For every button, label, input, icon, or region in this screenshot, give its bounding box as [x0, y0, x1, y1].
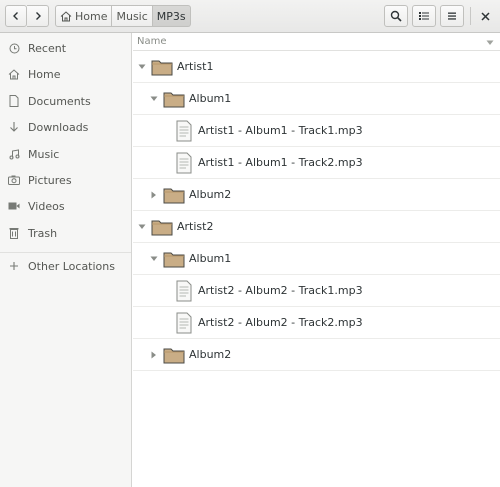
list-item-folder[interactable]: Artist1 — [133, 51, 500, 83]
expander-collapsed-icon[interactable] — [149, 350, 159, 360]
sidebar-item-documents[interactable]: Documents — [0, 90, 132, 112]
row-label: Artist2 - Album2 - Track2.mp3 — [198, 316, 363, 329]
sidebar-item-label: Pictures — [28, 173, 72, 187]
plus-icon — [8, 260, 20, 272]
sidebar-item-label: Recent — [28, 41, 67, 55]
expander-expanded-icon[interactable] — [149, 254, 159, 264]
list-item-folder[interactable]: Artist2 — [133, 211, 500, 243]
folder-icon — [163, 346, 185, 364]
search-icon — [390, 10, 402, 22]
header-separator — [470, 7, 471, 25]
home-icon — [60, 10, 72, 22]
row-label: Artist1 — [177, 60, 214, 73]
path-home-label: Home — [75, 9, 108, 23]
close-icon — [480, 11, 490, 21]
file-icon — [175, 152, 193, 174]
sidebar-item-recent[interactable]: Recent — [0, 37, 132, 59]
menu-button[interactable] — [440, 5, 464, 27]
hamburger-menu-icon — [447, 11, 457, 21]
row-label: Artist2 - Album2 - Track1.mp3 — [198, 284, 363, 297]
sidebar-item-music[interactable]: Music — [0, 143, 132, 165]
video-icon — [8, 200, 20, 212]
row-label: Artist2 — [177, 220, 214, 233]
folder-icon — [151, 218, 173, 236]
list-view-icon — [418, 11, 430, 21]
sidebar-item-label: Videos — [28, 199, 65, 213]
list-item-folder[interactable]: Album2 — [133, 339, 500, 371]
expander-collapsed-icon[interactable] — [149, 190, 159, 200]
folder-icon — [163, 250, 185, 268]
folder-icon — [163, 90, 185, 108]
sidebar-item-label: Home — [28, 67, 61, 81]
sort-descending-icon — [486, 38, 494, 49]
list-item-file[interactable]: Artist2 - Album2 - Track1.mp3 — [133, 275, 500, 307]
expander-expanded-icon[interactable] — [137, 62, 147, 72]
download-icon — [8, 121, 20, 133]
camera-icon — [8, 174, 20, 186]
list-item-folder[interactable]: Album2 — [133, 179, 500, 211]
back-button[interactable] — [5, 5, 27, 27]
sidebar-item-videos[interactable]: Videos — [0, 195, 132, 217]
sidebar-item-label: Other Locations — [28, 259, 115, 273]
path-bar: Home Music MP3s — [55, 5, 191, 27]
path-music-label: Music — [116, 9, 148, 23]
sidebar-item-label: Music — [28, 147, 60, 161]
forward-button[interactable] — [27, 5, 49, 27]
search-button[interactable] — [384, 5, 408, 27]
sidebar-item-downloads[interactable]: Downloads — [0, 116, 132, 138]
clock-icon — [8, 42, 20, 54]
sidebar-item-label: Downloads — [28, 120, 89, 134]
file-icon — [175, 312, 193, 334]
sidebar-item-other-locations[interactable]: Other Locations — [0, 255, 132, 277]
list-item-folder[interactable]: Album1 — [133, 243, 500, 275]
view-toggle-button[interactable] — [412, 5, 436, 27]
list-item-file[interactable]: Artist2 - Album2 - Track2.mp3 — [133, 307, 500, 339]
column-header-name[interactable]: Name — [133, 33, 500, 51]
row-label: Album1 — [189, 252, 232, 265]
file-list: Name Artist1 Album1 Artist1 - Album1 - T… — [133, 33, 500, 487]
folder-icon — [163, 186, 185, 204]
path-home-button[interactable]: Home — [55, 5, 113, 27]
row-label: Album2 — [189, 188, 232, 201]
file-icon — [175, 280, 193, 302]
sidebar-item-home[interactable]: Home — [0, 63, 132, 85]
sidebar-item-trash[interactable]: Trash — [0, 222, 132, 244]
document-icon — [8, 95, 20, 107]
sidebar: Recent Home Documents Downloads Music Pi… — [0, 33, 132, 487]
sidebar-item-label: Documents — [28, 94, 91, 108]
expander-expanded-icon[interactable] — [137, 222, 147, 232]
chevron-right-icon — [33, 11, 43, 21]
close-button[interactable] — [474, 5, 496, 27]
expander-expanded-icon[interactable] — [149, 94, 159, 104]
folder-icon — [151, 58, 173, 76]
row-label: Artist1 - Album1 - Track1.mp3 — [198, 124, 363, 137]
column-header-label: Name — [137, 36, 167, 47]
row-label: Album2 — [189, 348, 232, 361]
sidebar-item-label: Trash — [28, 226, 58, 240]
path-mp3s-button[interactable]: MP3s — [152, 5, 191, 27]
row-label: Album1 — [189, 92, 232, 105]
file-icon — [175, 120, 193, 142]
music-icon — [8, 148, 20, 160]
list-item-folder[interactable]: Album1 — [133, 83, 500, 115]
path-mp3s-label: MP3s — [156, 9, 186, 23]
sidebar-item-pictures[interactable]: Pictures — [0, 169, 132, 191]
list-item-file[interactable]: Artist1 - Album1 - Track1.mp3 — [133, 115, 500, 147]
trash-icon — [8, 227, 20, 239]
sidebar-separator — [0, 252, 131, 253]
header-bar: Home Music MP3s — [0, 0, 500, 33]
chevron-left-icon — [11, 11, 21, 21]
list-item-file[interactable]: Artist1 - Album1 - Track2.mp3 — [133, 147, 500, 179]
path-music-button[interactable]: Music — [112, 5, 153, 27]
row-label: Artist1 - Album1 - Track2.mp3 — [198, 156, 363, 169]
home-icon — [8, 68, 20, 80]
